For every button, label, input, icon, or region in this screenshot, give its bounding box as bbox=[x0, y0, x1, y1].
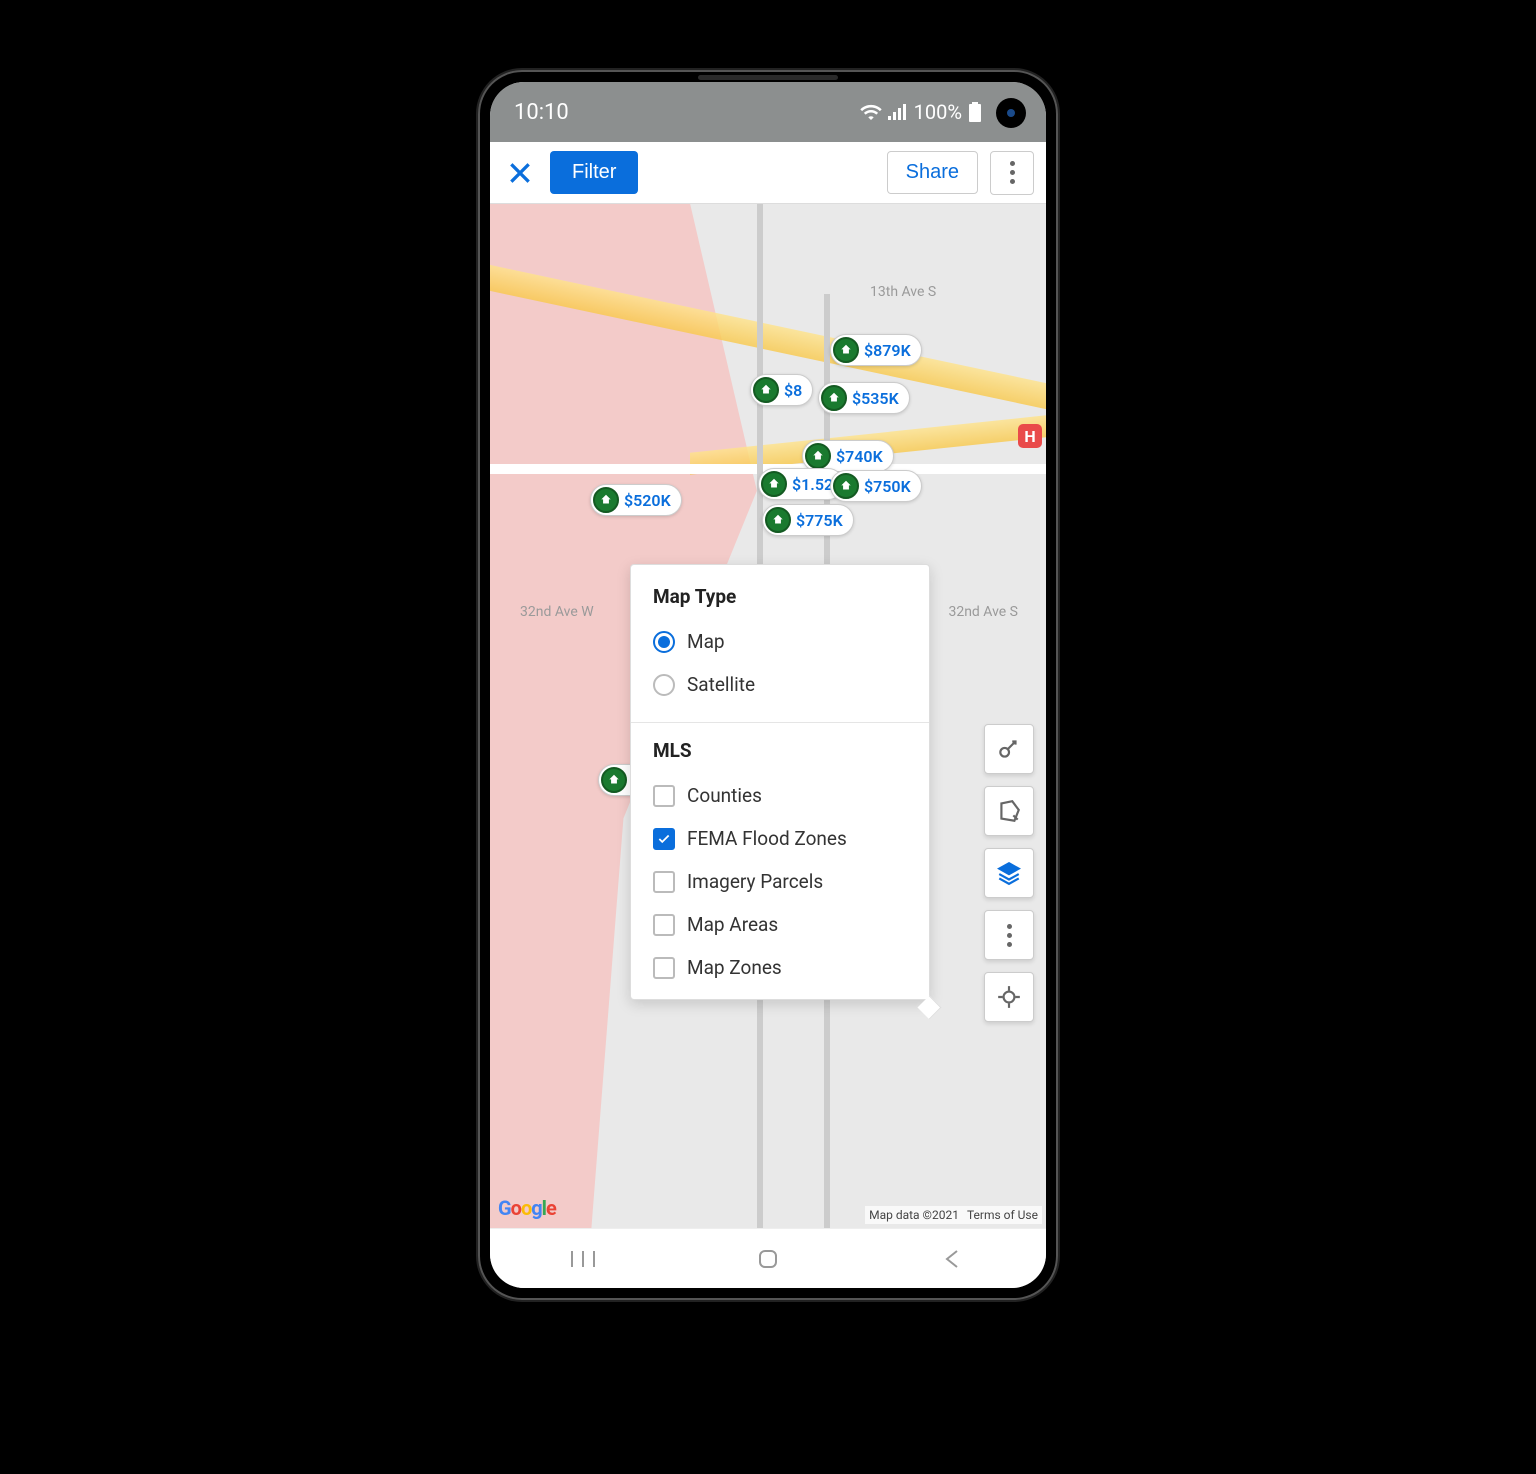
pin-price: $740K bbox=[836, 447, 883, 466]
house-up-icon bbox=[805, 443, 831, 469]
listing-pin[interactable]: $520K bbox=[590, 484, 682, 516]
status-bar: 10:10 100% bbox=[490, 82, 1046, 142]
pin-price: $535K bbox=[852, 389, 899, 408]
close-button[interactable] bbox=[502, 160, 538, 186]
signal-icon bbox=[888, 104, 908, 120]
listing-pin[interactable]: $775K bbox=[762, 504, 854, 536]
option-label: Map Zones bbox=[687, 956, 782, 979]
checkbox-on-icon bbox=[653, 828, 675, 850]
house-up-icon bbox=[761, 471, 787, 497]
nav-recents-button[interactable] bbox=[553, 1239, 613, 1279]
more-icon bbox=[1010, 161, 1015, 184]
back-icon bbox=[943, 1247, 963, 1271]
mls-option-imagery[interactable]: Imagery Parcels bbox=[631, 860, 929, 903]
house-up-icon bbox=[753, 377, 779, 403]
map-layers-popover: Map Type Map Satellite MLS Counties bbox=[630, 564, 930, 1000]
locate-icon bbox=[996, 984, 1022, 1010]
battery-icon bbox=[968, 102, 982, 122]
house-up-icon bbox=[833, 473, 859, 499]
share-button[interactable]: Share bbox=[887, 151, 978, 194]
street-label: 13th Ave S bbox=[870, 284, 936, 300]
pin-price: $1.52 bbox=[792, 475, 833, 494]
mls-option-counties[interactable]: Counties bbox=[631, 774, 929, 817]
hospital-marker[interactable]: H bbox=[1018, 424, 1042, 448]
close-icon bbox=[507, 160, 533, 186]
house-up-icon bbox=[765, 507, 791, 533]
pin-price: $775K bbox=[796, 511, 843, 530]
status-right: 100% bbox=[860, 100, 982, 124]
house-up-icon bbox=[601, 767, 627, 793]
map-locate-button[interactable] bbox=[984, 972, 1034, 1022]
recents-icon bbox=[570, 1249, 596, 1269]
radio-on-icon bbox=[653, 631, 675, 653]
mls-option-zones[interactable]: Map Zones bbox=[631, 946, 929, 989]
layers-icon bbox=[996, 860, 1022, 886]
phone-screen: 10:10 100% Filter Share bbox=[490, 82, 1046, 1288]
option-label: FEMA Flood Zones bbox=[687, 827, 847, 850]
nav-back-button[interactable] bbox=[923, 1239, 983, 1279]
house-up-icon bbox=[833, 337, 859, 363]
listing-pin[interactable]: $879K bbox=[830, 334, 922, 366]
map-type-heading: Map Type bbox=[631, 585, 929, 620]
google-logo: Google bbox=[498, 1196, 556, 1220]
wifi-icon bbox=[860, 104, 882, 120]
map-data-label: Map data ©2021 bbox=[869, 1208, 959, 1222]
android-nav-bar bbox=[490, 1228, 1046, 1288]
app-toolbar: Filter Share bbox=[490, 142, 1046, 204]
listing-pin[interactable]: $535K bbox=[818, 382, 910, 414]
option-label: Imagery Parcels bbox=[687, 870, 823, 893]
front-camera bbox=[996, 98, 1026, 128]
divider bbox=[631, 722, 929, 723]
draw-polygon-icon bbox=[996, 798, 1022, 824]
street-label: 32nd Ave W bbox=[520, 604, 594, 620]
map-key-button[interactable] bbox=[984, 724, 1034, 774]
checkbox-off-icon bbox=[653, 785, 675, 807]
listing-pin[interactable]: $750K bbox=[830, 470, 922, 502]
checkbox-off-icon bbox=[653, 914, 675, 936]
map-more-button[interactable] bbox=[984, 910, 1034, 960]
nav-home-button[interactable] bbox=[738, 1239, 798, 1279]
mls-option-fema[interactable]: FEMA Flood Zones bbox=[631, 817, 929, 860]
checkbox-off-icon bbox=[653, 871, 675, 893]
radio-off-icon bbox=[653, 674, 675, 696]
phone-frame: 10:10 100% Filter Share bbox=[478, 70, 1058, 1300]
pin-price: $879K bbox=[864, 341, 911, 360]
option-label: Satellite bbox=[687, 673, 755, 696]
key-icon bbox=[996, 736, 1022, 762]
pin-price: $8 bbox=[784, 381, 802, 400]
status-time: 10:10 bbox=[514, 100, 569, 125]
map-attribution: Map data ©2021 Terms of Use bbox=[865, 1206, 1042, 1224]
mls-heading: MLS bbox=[631, 739, 929, 774]
option-label: Map bbox=[687, 630, 725, 653]
checkbox-off-icon bbox=[653, 957, 675, 979]
option-label: Map Areas bbox=[687, 913, 778, 936]
more-button[interactable] bbox=[990, 151, 1034, 195]
pin-price: $520K bbox=[624, 491, 671, 510]
house-up-icon bbox=[821, 385, 847, 411]
map-canvas[interactable]: 13th Ave S 32nd Ave S 32nd Ave W H $879K… bbox=[490, 204, 1046, 1228]
map-type-option-satellite[interactable]: Satellite bbox=[631, 663, 929, 706]
home-icon bbox=[756, 1247, 780, 1271]
map-side-buttons bbox=[984, 724, 1034, 1022]
street-label: 32nd Ave S bbox=[948, 604, 1018, 620]
listing-pin[interactable]: $8 bbox=[750, 374, 813, 406]
map-layers-button[interactable] bbox=[984, 848, 1034, 898]
filter-button[interactable]: Filter bbox=[550, 151, 638, 194]
more-icon bbox=[1007, 924, 1012, 947]
map-draw-button[interactable] bbox=[984, 786, 1034, 836]
status-battery-text: 100% bbox=[914, 100, 962, 124]
house-up-icon bbox=[593, 487, 619, 513]
option-label: Counties bbox=[687, 784, 762, 807]
map-type-option-map[interactable]: Map bbox=[631, 620, 929, 663]
mls-option-areas[interactable]: Map Areas bbox=[631, 903, 929, 946]
pin-price: $750K bbox=[864, 477, 911, 496]
terms-link[interactable]: Terms of Use bbox=[967, 1208, 1038, 1222]
